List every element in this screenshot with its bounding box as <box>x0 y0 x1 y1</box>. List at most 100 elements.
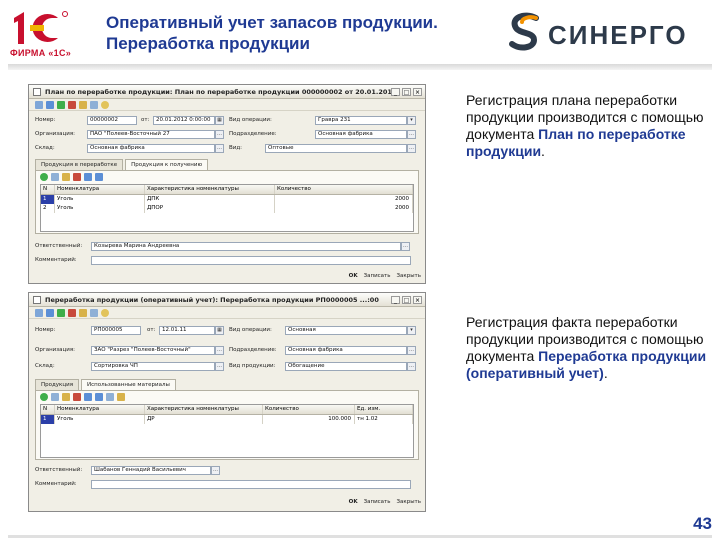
move-up-icon[interactable] <box>84 392 92 401</box>
close-button[interactable]: Закрыть <box>397 273 422 279</box>
org-field[interactable]: ЗАО "Разрез "Полеев-Восточный" <box>91 345 215 355</box>
column-header[interactable]: N <box>41 405 55 414</box>
post-icon[interactable] <box>57 308 65 317</box>
date-field[interactable]: 20.01.2012 0:00:00 <box>153 115 215 125</box>
unit-select-button[interactable]: … <box>407 345 416 355</box>
add-row-icon[interactable] <box>40 392 48 401</box>
warehouse-field[interactable]: Сортировка ЧП <box>91 361 215 371</box>
row-quantity: 100.000 <box>263 415 355 424</box>
move-down-icon[interactable] <box>95 392 103 401</box>
comment-field[interactable] <box>91 479 411 489</box>
table-row[interactable]: 1 Уголь ДР 100.000 тн 1.02 <box>41 415 413 424</box>
column-header[interactable]: Номенклатура <box>55 185 145 194</box>
unit-field[interactable]: Основная фабрика <box>285 345 407 355</box>
plan-window-titlebar[interactable]: План по переработке продукции: План по п… <box>29 85 425 99</box>
plan-window: План по переработке продукции: План по п… <box>28 84 426 284</box>
ok-button[interactable]: OK <box>349 499 358 505</box>
save-button[interactable]: Записать <box>364 273 391 279</box>
column-header[interactable]: Характеристика номенклатуры <box>145 405 263 414</box>
org-select-button[interactable]: … <box>215 345 224 355</box>
processing-window-titlebar[interactable]: Переработка продукции (оперативный учет)… <box>29 293 425 307</box>
minimize-icon[interactable]: _ <box>391 87 400 96</box>
responsible-select-button[interactable]: … <box>211 465 220 475</box>
org-label: Организация: <box>35 131 76 137</box>
unpost-icon[interactable] <box>68 308 76 317</box>
move-down-icon[interactable] <box>95 172 103 181</box>
column-header[interactable]: Количество <box>263 405 355 414</box>
save-icon[interactable] <box>46 308 54 317</box>
help-icon[interactable] <box>101 100 109 109</box>
edit-row-icon[interactable] <box>62 172 70 181</box>
tab-used-materials[interactable]: Использованные материалы <box>81 379 176 390</box>
column-header[interactable]: Ед. изм. <box>355 405 413 414</box>
warehouse-select-button[interactable]: … <box>215 361 224 371</box>
post-icon[interactable] <box>57 100 65 109</box>
operation-dropdown-button[interactable]: ▾ <box>407 325 416 335</box>
calendar-button[interactable]: ▦ <box>215 115 224 125</box>
tab-products[interactable]: Продукция <box>35 379 79 390</box>
column-header[interactable]: Количество <box>275 185 413 194</box>
org-field[interactable]: ПАО "Полеев-Восточный 27 <box>87 129 215 139</box>
type-field[interactable]: Оптовые <box>265 143 407 153</box>
org-select-button[interactable]: … <box>215 129 224 139</box>
unpost-icon[interactable] <box>68 100 76 109</box>
materials-table: N Номенклатура Характеристика номенклату… <box>40 404 414 458</box>
warehouse-select-button[interactable]: … <box>215 143 224 153</box>
maximize-icon[interactable]: □ <box>402 87 411 96</box>
save-icon[interactable] <box>46 100 54 109</box>
type-select-button[interactable]: … <box>407 361 416 371</box>
responsible-field[interactable]: Шабанов Геннадий Васильевич <box>91 465 211 475</box>
copy-row-icon[interactable] <box>51 392 59 401</box>
type-select-button[interactable]: … <box>407 143 416 153</box>
table-header: N Номенклатура Характеристика номенклату… <box>41 185 413 195</box>
operation-dropdown-button[interactable]: ▾ <box>407 115 416 125</box>
move-up-icon[interactable] <box>84 172 92 181</box>
type-label: Вид продукции: <box>229 363 276 369</box>
table-row[interactable]: 2 Уголь ДПОР 2000 <box>41 204 413 213</box>
responsible-select-button[interactable]: … <box>401 241 410 251</box>
column-header[interactable]: Характеристика номенклатуры <box>145 185 275 194</box>
table-row[interactable]: 1 Уголь ДПК 2000 <box>41 195 413 204</box>
comment-field[interactable] <box>91 255 411 265</box>
1c-logo: ФИРМА «1С» <box>8 8 88 60</box>
delete-row-icon[interactable] <box>73 392 81 401</box>
number-field[interactable]: 00000002 <box>87 115 137 125</box>
org-label: Организация: <box>35 347 76 353</box>
tab-products-to-receive[interactable]: Продукция к получению <box>125 159 209 170</box>
operation-field[interactable]: Гравра 231 <box>315 115 407 125</box>
structure-icon[interactable] <box>90 308 98 317</box>
close-button[interactable]: Закрыть <box>397 499 422 505</box>
fill-icon[interactable] <box>117 392 125 401</box>
date-field[interactable]: 12.01.11 <box>159 325 215 335</box>
sort-icon[interactable] <box>106 392 114 401</box>
edit-row-icon[interactable] <box>62 392 70 401</box>
operation-field[interactable]: Основная <box>285 325 407 335</box>
comment-label: Комментарий: <box>35 257 77 263</box>
close-icon[interactable]: × <box>413 295 422 304</box>
maximize-icon[interactable]: □ <box>402 295 411 304</box>
goto-icon[interactable] <box>79 100 87 109</box>
help-icon[interactable] <box>101 308 109 317</box>
responsible-field[interactable]: Козырева Марина Андреевна <box>91 241 401 251</box>
unit-select-button[interactable]: … <box>407 129 416 139</box>
calendar-button[interactable]: ▦ <box>215 325 224 335</box>
number-field[interactable]: РП000005 <box>91 325 141 335</box>
goto-icon[interactable] <box>79 308 87 317</box>
delete-row-icon[interactable] <box>73 172 81 181</box>
actions-icon[interactable] <box>35 100 43 109</box>
structure-icon[interactable] <box>90 100 98 109</box>
ok-button[interactable]: OK <box>349 273 358 279</box>
warehouse-label: Склад: <box>35 145 55 151</box>
tab-products-in-processing[interactable]: Продукция в переработке <box>35 159 124 170</box>
column-header[interactable]: Номенклатура <box>55 405 145 414</box>
actions-icon[interactable] <box>35 308 43 317</box>
add-row-icon[interactable] <box>40 172 48 181</box>
copy-row-icon[interactable] <box>51 172 59 181</box>
save-button[interactable]: Записать <box>364 499 391 505</box>
close-icon[interactable]: × <box>413 87 422 96</box>
type-field[interactable]: Обогащение <box>285 361 407 371</box>
unit-field[interactable]: Основная фабрика <box>315 129 407 139</box>
column-header[interactable]: N <box>41 185 55 194</box>
minimize-icon[interactable]: _ <box>391 295 400 304</box>
warehouse-field[interactable]: Основная фабрика <box>87 143 215 153</box>
